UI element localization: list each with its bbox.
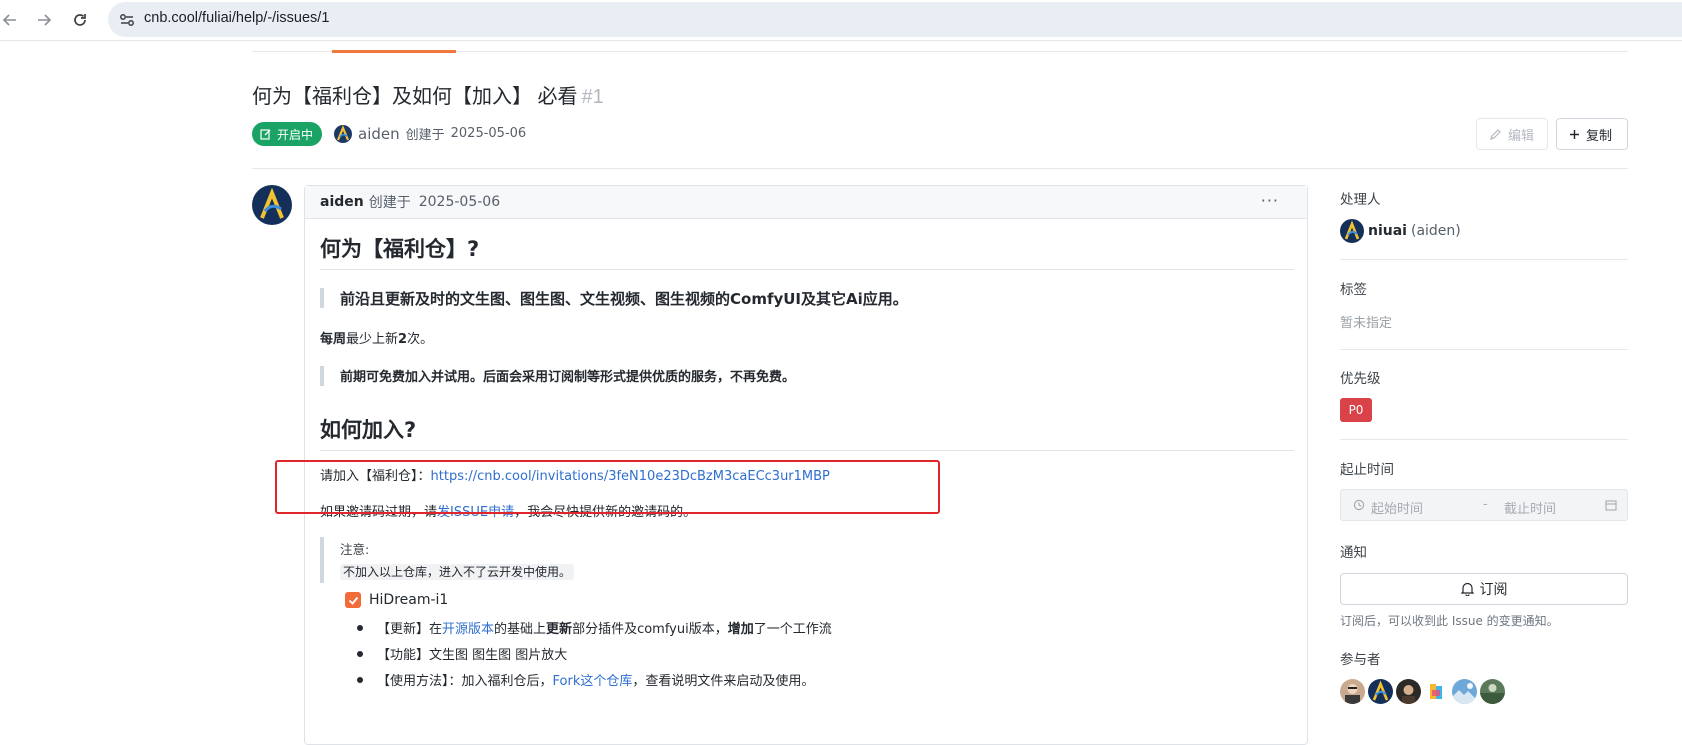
checked-checkbox-icon[interactable] [345,592,361,608]
avatar[interactable] [1396,679,1421,704]
comment-header: aiden 创建于 2025-05-06 ··· [305,186,1307,219]
calendar-icon [1605,500,1617,511]
note-title: 注意: [340,542,370,557]
heading-rule [320,269,1294,270]
avatar[interactable] [334,124,352,143]
comment-author[interactable]: aiden [320,194,364,210]
weekly-num: 2 [398,332,408,347]
status-badge: 开启中 [252,122,323,146]
issue-title: 何为【福利仓】及如何【加入】 必看 [252,86,578,108]
pencil-icon [1490,128,1501,140]
avatar[interactable] [1424,679,1449,704]
heading-how: 如何加入? [320,418,417,442]
bullet-text: 的基础上 [494,622,547,637]
bell-icon [1460,582,1474,596]
avatar[interactable] [1368,679,1393,704]
created-date: 2025-05-06 [450,126,527,141]
sidebar-divider [1340,349,1628,350]
bullet-text: 部分插件及comfyui版本， [572,622,728,637]
weekly-paragraph: 每周最少上新2次。 [320,328,433,347]
reload-icon[interactable] [66,6,94,34]
list-item: 【使用方法】：加入福利仓后， Fork这个仓库 ，查看说明文件来启动及使用。 [357,670,814,689]
status-label: 开启中 [277,127,314,142]
avatar[interactable] [1480,679,1505,704]
created-label: 创建于 [405,128,445,143]
page-title: 何为【福利仓】及如何【加入】 必看 #1 [252,80,604,109]
open-source-link[interactable]: 开源版本 [442,618,494,637]
priority-label[interactable]: 优先级 [1340,367,1381,387]
note-blockquote: 注意: 不加入以上仓库，进入不了云开发中使用。 [320,537,575,583]
task-label: HiDream-i1 [369,592,449,608]
labels-empty: 暂未指定 [1340,316,1393,331]
labels-label[interactable]: 标签 [1340,278,1367,298]
bullet-text: ，查看说明文件来启动及使用。 [632,674,815,689]
history-icon [1353,499,1365,511]
more-options-icon[interactable]: ··· [1261,191,1279,210]
participants-list [1340,679,1505,704]
subscribe-label: 订阅 [1479,582,1508,598]
avatar[interactable] [1340,679,1365,704]
bullet-text: 【使用方法】：加入福利仓后， [377,674,553,689]
list-item: 【更新】在 开源版本 的基础上 更新 部分插件及comfyui版本， 增加 了一个工作流 [357,618,832,637]
priority-badge[interactable]: P0 [1340,398,1372,422]
comment-avatar[interactable] [252,185,292,225]
avatar[interactable] [1452,679,1477,704]
browser-toolbar: cnb.cool/fuliai/help/-/issues/1 [0,0,1682,41]
blockquote: 前期可免费加入并试用。后面会采用订阅制等形式提供优质的服务，不再免费。 [320,366,795,386]
assignee-name: niuai [1368,223,1407,239]
note-code: 不加入以上仓库，进入不了云开发中使用。 [340,564,575,580]
avatar [1340,219,1364,243]
back-arrow-icon[interactable] [0,6,24,34]
heading-rule [320,450,1294,451]
bullet-text: 【更新】在 [377,622,443,637]
start-date-placeholder[interactable]: 起始时间 [1371,498,1423,517]
plus-icon [1570,129,1579,139]
bullet-bold: 增加 [727,622,754,637]
tab-divider [252,51,1628,52]
bullet-text: 【功能】文生图 图生图 图片放大 [377,648,568,663]
weekly-bold: 每周 [320,332,347,347]
url-text: cnb.cool/fuliai/help/-/issues/1 [144,10,330,26]
weekly-mid: 最少上新 [346,332,399,347]
assignee-sub: (aiden) [1410,223,1461,239]
edit-label: 编辑 [1508,128,1535,144]
highlight-annotation-box [275,460,940,514]
issue-meta: aiden 创建于 2025-05-06 [334,124,526,143]
issue-number: #1 [581,86,604,108]
participants-label: 参与者 [1340,652,1381,668]
quote-text: 前沿且更新及时的文生图、图生图、文生视频、图生视频的ComfyUI及其它Ai应用… [340,290,908,308]
assignee[interactable]: niuai (aiden) [1340,219,1461,243]
daterange-label: 起止时间 [1340,462,1394,478]
quote-text: 前期可免费加入并试用。后面会采用订阅制等形式提供优质的服务，不再免费。 [340,370,796,385]
weekly-end: 次。 [407,332,434,347]
date-separator: - [1483,497,1488,512]
fork-repo-link[interactable]: Fork这个仓库 [553,670,633,689]
subscribe-button[interactable]: 订阅 [1340,573,1628,605]
notify-label: 通知 [1340,545,1367,561]
sidebar-divider [1340,439,1628,440]
bullet-bold: 更新 [546,622,573,637]
task-item: HiDream-i1 [345,592,448,608]
heading-what: 何为【福利仓】? [320,237,480,261]
header-divider [252,168,1628,169]
edit-icon [260,129,271,140]
sidebar-divider [1340,259,1628,260]
comment-created-label: 创建于 [368,195,411,211]
forward-arrow-icon[interactable] [30,6,58,34]
list-item: 【功能】文生图 图生图 图片放大 [357,644,567,663]
site-settings-icon[interactable] [118,11,136,29]
notify-note: 订阅后，可以收到此 Issue 的变更通知。 [1340,614,1559,628]
daterange-picker[interactable]: 起始时间 - 截止时间 [1340,489,1628,521]
end-date-placeholder[interactable]: 截止时间 [1504,498,1556,517]
copy-button[interactable]: 复制 [1556,118,1628,150]
active-tab-indicator [332,50,456,53]
assignee-label: 处理人 [1340,192,1381,208]
author-link[interactable]: aiden [358,125,400,143]
edit-button[interactable]: 编辑 [1476,118,1548,150]
bullet-text: 了一个工作流 [753,622,832,637]
copy-label: 复制 [1586,128,1613,144]
address-bar[interactable]: cnb.cool/fuliai/help/-/issues/1 [108,2,1682,37]
comment-date: 2025-05-06 [418,194,501,210]
blockquote: 前沿且更新及时的文生图、图生图、文生视频、图生视频的ComfyUI及其它Ai应用… [320,288,908,308]
